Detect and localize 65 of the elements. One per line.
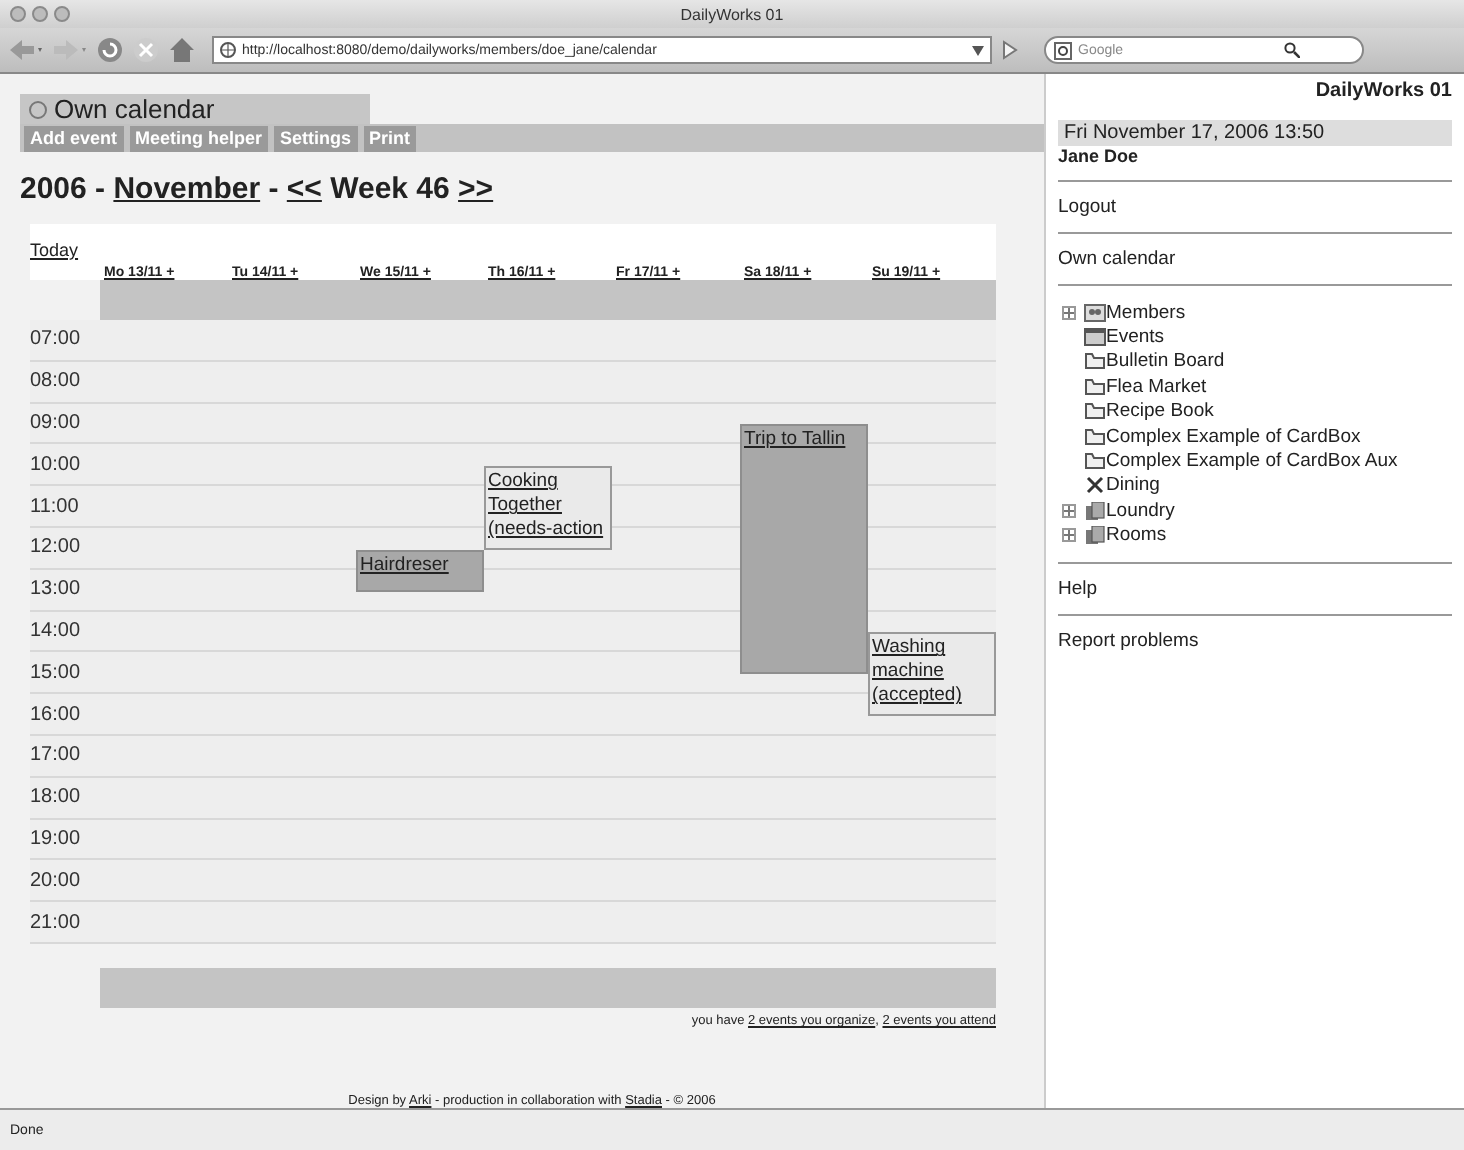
week-label: Week 46 xyxy=(328,172,452,207)
event-block[interactable]: Hairdreser xyxy=(356,549,484,592)
folder-icon xyxy=(1084,352,1106,371)
hour-label: 07:00 xyxy=(30,328,83,351)
user-name: Jane Doe xyxy=(1058,146,1141,170)
event-block[interactable]: Trip to Tallin xyxy=(740,424,868,675)
own-calendar-link[interactable]: Own calendar xyxy=(1058,248,1176,270)
hour-label: 16:00 xyxy=(30,703,83,726)
reload-icon[interactable] xyxy=(96,36,124,64)
folder-icon xyxy=(1084,427,1106,446)
search-icon[interactable] xyxy=(1284,42,1300,58)
month-link[interactable]: November xyxy=(113,172,261,207)
hour-label: 14:00 xyxy=(30,620,83,643)
go-icon[interactable] xyxy=(1000,40,1020,60)
page-tab[interactable]: Own calendar xyxy=(20,94,370,125)
hour-label: 19:00 xyxy=(30,828,83,850)
expand-icon[interactable] xyxy=(1062,503,1076,518)
today-link[interactable]: Today xyxy=(30,240,79,261)
site-title: DailyWorks 01 xyxy=(1313,80,1452,102)
tree-item[interactable]: Members xyxy=(1106,301,1186,324)
tree-item[interactable]: Complex Example of CardBox Aux xyxy=(1106,450,1398,473)
year-label: 2006 - xyxy=(20,172,108,207)
hour-label: 18:00 xyxy=(30,786,83,809)
tree-item[interactable]: Flea Market xyxy=(1106,375,1207,398)
hour-label: 20:00 xyxy=(30,869,83,892)
dropdown-icon[interactable] xyxy=(972,45,984,55)
next-week-link[interactable]: >> xyxy=(458,172,494,207)
expand-icon[interactable] xyxy=(1062,305,1076,320)
hour-label: 17:00 xyxy=(30,744,83,767)
logout-link[interactable]: Logout xyxy=(1058,196,1117,218)
tree-item[interactable]: Dining xyxy=(1106,474,1160,497)
tree-item[interactable]: Bulletin Board xyxy=(1106,350,1225,373)
building-icon xyxy=(1084,501,1106,520)
back-icon[interactable] xyxy=(8,38,44,62)
window-title: DailyWorks 01 xyxy=(680,5,784,23)
folder-icon xyxy=(1084,402,1106,421)
expand-icon[interactable] xyxy=(1062,528,1076,543)
hour-label: 21:00 xyxy=(30,911,83,934)
help-link[interactable]: Help xyxy=(1058,577,1098,600)
home-icon[interactable] xyxy=(168,36,196,64)
folder-icon xyxy=(1084,377,1106,396)
separator-label: - xyxy=(266,172,281,207)
tree-item[interactable]: Events xyxy=(1106,326,1165,349)
hour-label: 11:00 xyxy=(30,495,81,518)
event-block[interactable]: Cooking Together (needs-action xyxy=(484,466,612,550)
cutlery-icon xyxy=(1084,476,1106,495)
tree-item[interactable]: Recipe Book xyxy=(1106,400,1214,423)
datetime-label: Fri November 17, 2006 13:50 xyxy=(1058,120,1452,146)
people-icon xyxy=(1084,303,1106,322)
folder-icon xyxy=(1084,452,1106,471)
building-icon xyxy=(1084,526,1106,545)
tree-item[interactable]: Loundry xyxy=(1106,499,1175,522)
hour-label: 10:00 xyxy=(30,453,83,476)
tree-item[interactable]: Complex Example of CardBox xyxy=(1106,425,1361,448)
hour-label: 13:00 xyxy=(30,578,83,601)
previous-week-link[interactable]: << xyxy=(286,172,322,207)
report-link[interactable]: Report problems xyxy=(1058,629,1199,652)
event-block[interactable]: Washing machine (accepted) xyxy=(868,632,996,717)
globe-icon xyxy=(220,42,236,58)
hour-label: 15:00 xyxy=(30,661,83,684)
engine-icon xyxy=(1054,41,1072,59)
hour-label: 09:00 xyxy=(30,412,83,435)
tree-item[interactable]: Rooms xyxy=(1106,524,1167,547)
hour-label: 12:00 xyxy=(30,536,83,559)
hour-label: 08:00 xyxy=(30,370,83,393)
